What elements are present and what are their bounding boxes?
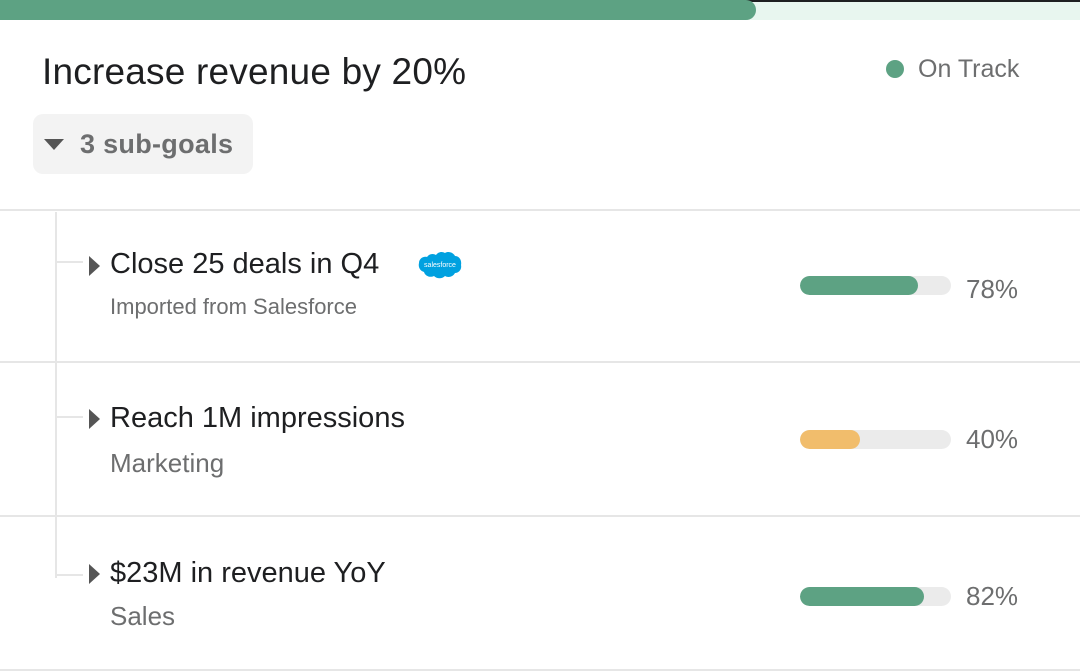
subgoal-row[interactable]: Close 25 deals in Q4 salesforce Imported…	[0, 211, 1080, 363]
caret-right-icon[interactable]	[89, 564, 100, 584]
goal-title[interactable]: Increase revenue by 20%	[42, 51, 466, 93]
subgoal-title[interactable]: Close 25 deals in Q4	[110, 248, 379, 281]
goal-header: Increase revenue by 20% On Track 3 sub-g…	[0, 20, 1080, 210]
divider	[0, 669, 1080, 671]
goal-progress-fill	[0, 0, 756, 20]
progress-bar	[800, 276, 951, 295]
progress-bar-fill	[800, 587, 924, 606]
status-label: On Track	[918, 54, 1020, 83]
progress-percent: 82%	[966, 581, 1019, 611]
salesforce-icon-text: salesforce	[424, 262, 456, 269]
subgoal-subtitle: Imported from Salesforce	[110, 294, 357, 319]
subgoal-row[interactable]: Reach 1M impressions Marketing 40%	[0, 363, 1080, 515]
progress-percent: 40%	[966, 424, 1019, 454]
subgoal-subtitle: Sales	[110, 601, 176, 631]
caret-right-icon[interactable]	[89, 409, 100, 429]
subgoal-title[interactable]: $23M in revenue YoY	[110, 557, 386, 590]
progress-percent: 78%	[966, 274, 1019, 304]
tree-elbow	[55, 416, 83, 418]
tree-elbow	[55, 261, 83, 263]
subgoals-toggle-label: 3 sub-goals	[80, 128, 234, 159]
subgoal-row[interactable]: $23M in revenue YoY Sales 82%	[0, 517, 1080, 669]
progress-bar-fill	[800, 430, 861, 449]
status-badge[interactable]: On Track	[886, 54, 1020, 83]
progress-bar	[800, 430, 951, 449]
tree-elbow	[55, 574, 83, 576]
progress-bar	[800, 587, 951, 606]
subgoal-title[interactable]: Reach 1M impressions	[110, 402, 405, 435]
status-dot-icon	[886, 60, 904, 78]
subgoals-toggle-button[interactable]: 3 sub-goals	[33, 114, 253, 174]
subgoal-subtitle: Marketing	[110, 448, 225, 478]
caret-right-icon[interactable]	[89, 256, 100, 276]
progress-bar-fill	[800, 276, 918, 295]
goal-progress-strip	[0, 0, 1080, 20]
salesforce-icon: salesforce	[418, 251, 462, 279]
caret-down-icon	[44, 138, 64, 150]
